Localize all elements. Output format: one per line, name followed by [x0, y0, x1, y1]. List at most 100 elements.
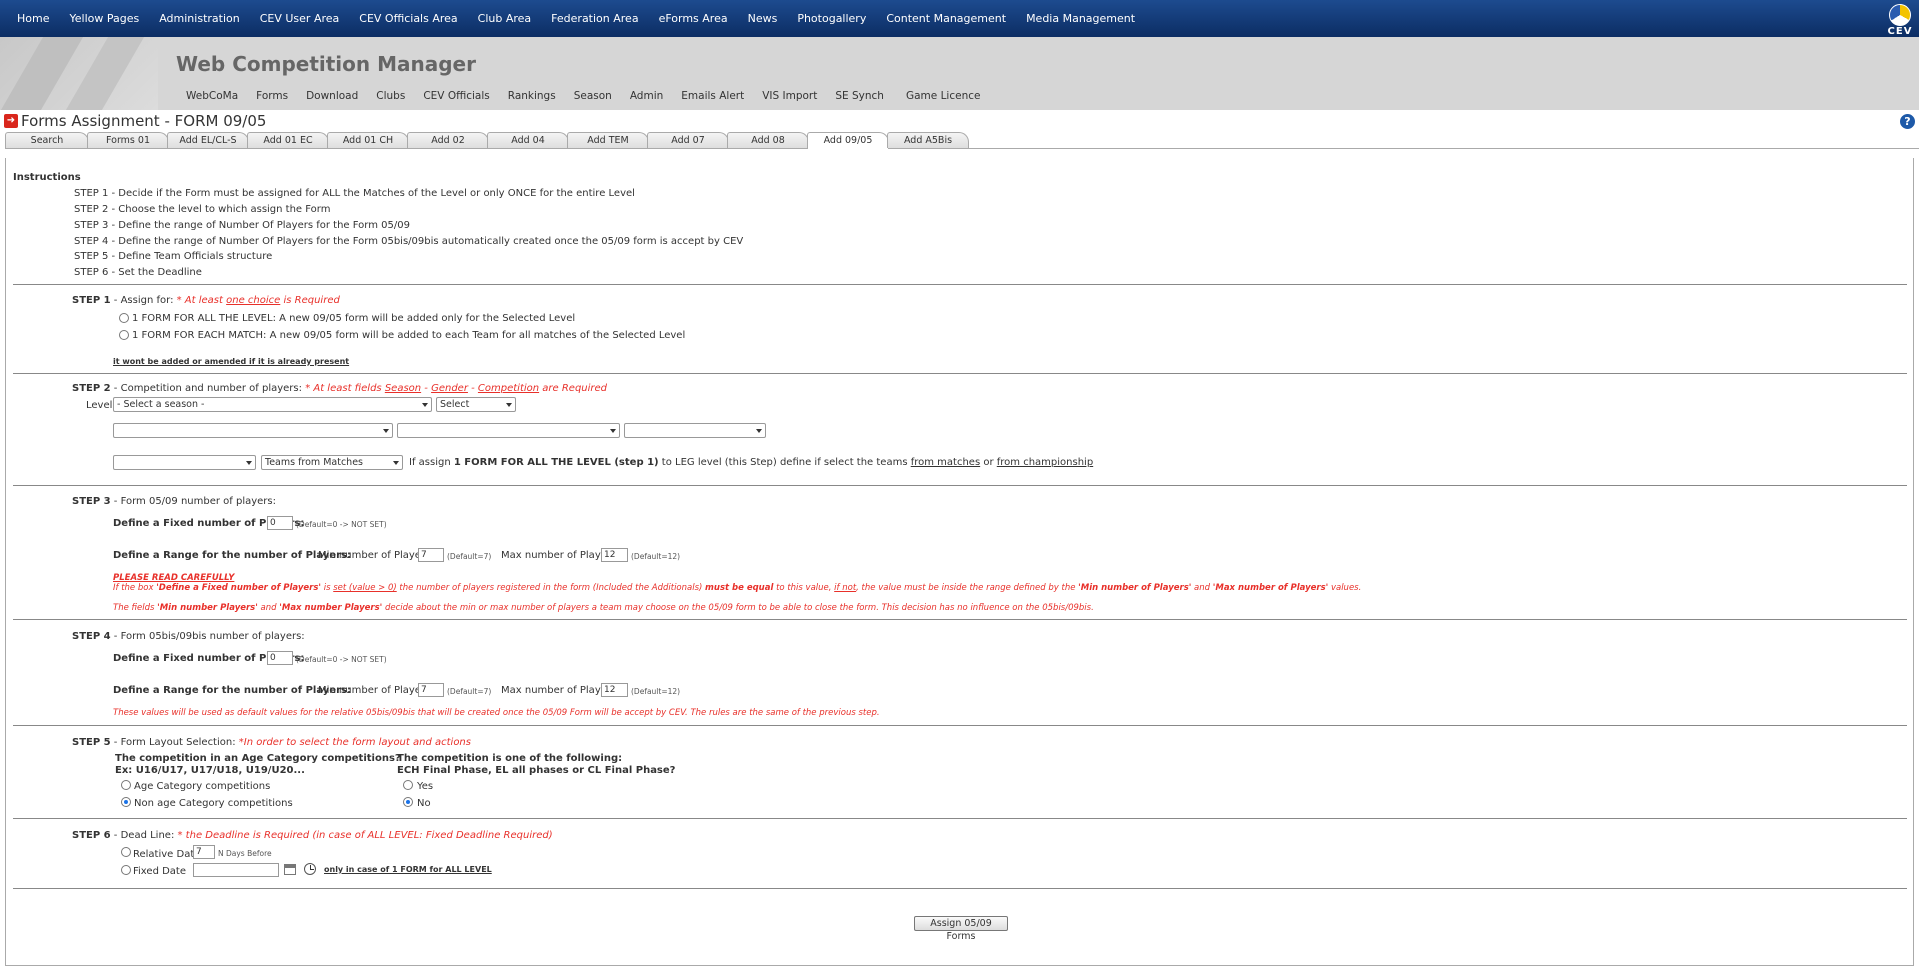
nav-home[interactable]: Home [0, 12, 59, 25]
calendar-icon[interactable] [284, 864, 296, 875]
tab-forms-01[interactable]: Forms 01 [87, 132, 169, 148]
nav-cev-officials-area[interactable]: CEV Officials Area [349, 12, 467, 25]
step3-min-input[interactable]: 7 [418, 548, 444, 562]
step6-text: - Dead Line: [110, 830, 178, 841]
tab-add-09-05[interactable]: Add 09/05 [807, 132, 889, 149]
step5-req: *In order to select the form layout and … [238, 737, 471, 748]
subnav-admin[interactable]: Admin [630, 90, 681, 102]
nav-media-management[interactable]: Media Management [1016, 12, 1145, 25]
tab-add-01-ch[interactable]: Add 01 CH [327, 132, 409, 148]
assign-forms-button[interactable]: Assign 05/09 Forms [914, 916, 1008, 942]
step3-fixed-input[interactable]: 0 [267, 516, 293, 530]
leg-select[interactable] [113, 455, 256, 470]
nav-yellow-pages[interactable]: Yellow Pages [59, 12, 149, 25]
competition-no-radio[interactable] [403, 797, 413, 807]
step2-dash-1: - [421, 383, 432, 394]
instruction-step-5: STEP 5 - Define Team Officials structure [74, 251, 273, 262]
nav-administration[interactable]: Administration [149, 12, 250, 25]
fixed-date-note: only in case of 1 FORM for ALL LEVEL [324, 865, 492, 874]
chevron-down-icon [506, 403, 512, 407]
step2-req-b: are Required [539, 383, 608, 394]
sub-navigation: WebCoMa Forms Download Clubs CEV Officia… [186, 90, 998, 102]
chevron-down-icon [422, 403, 428, 407]
nav-club-area[interactable]: Club Area [468, 12, 542, 25]
step4-fixed-input[interactable]: 0 [267, 651, 293, 665]
subnav-game-licence[interactable]: Game Licence [902, 90, 998, 102]
cev-logo[interactable]: CEV [1885, 0, 1915, 37]
from-matches-link[interactable]: from matches [911, 457, 980, 468]
tab-add-07[interactable]: Add 07 [647, 132, 729, 148]
step2-req-a: * At least fields [305, 383, 385, 394]
step1-heading: STEP 1 - Assign for: * At least one choi… [72, 295, 340, 306]
relative-date-label: Relative Date [133, 849, 201, 860]
tab-add-a5bis[interactable]: Add A5Bis [887, 132, 969, 148]
gender-select[interactable]: Select [436, 397, 516, 412]
nav-photogallery[interactable]: Photogallery [787, 12, 876, 25]
step3-min-label: Min number of Players: [318, 550, 434, 561]
step1-req-a: * At least [176, 295, 227, 306]
subnav-forms[interactable]: Forms [256, 90, 306, 102]
divider [13, 284, 1907, 285]
step3-max-input[interactable]: 12 [601, 548, 628, 562]
subnav-se-synch[interactable]: SE Synch [835, 90, 902, 102]
relative-date-radio[interactable] [121, 847, 131, 857]
tab-add-01-ec[interactable]: Add 01 EC [247, 132, 329, 148]
nav-eforms-area[interactable]: eForms Area [649, 12, 738, 25]
season-select[interactable]: - Select a season - [113, 397, 432, 412]
header-watermark [0, 37, 158, 110]
app-header: Web Competition Manager WebCoMa Forms Do… [0, 37, 1919, 110]
tab-add-el-cl-s[interactable]: Add EL/CL-S [167, 132, 249, 148]
relative-days-input[interactable]: 7 [193, 845, 215, 859]
step1-option-each-match-radio[interactable] [119, 330, 129, 340]
nav-federation-area[interactable]: Federation Area [541, 12, 648, 25]
step3-range-label: Define a Range for the number of Players… [113, 550, 351, 561]
tab-add-tem[interactable]: Add TEM [567, 132, 649, 148]
subnav-webcoma[interactable]: WebCoMa [186, 90, 256, 102]
subnav-cev-officials[interactable]: CEV Officials [423, 90, 507, 102]
clock-icon[interactable] [304, 863, 316, 875]
nav-news[interactable]: News [738, 12, 788, 25]
step4-note: These values will be used as default val… [113, 708, 880, 718]
subnav-season[interactable]: Season [574, 90, 630, 102]
nav-cev-user-area[interactable]: CEV User Area [250, 12, 350, 25]
step4-max-input[interactable]: 12 [601, 683, 628, 697]
round-select[interactable] [624, 423, 766, 438]
step1-option-all-level-radio[interactable] [119, 313, 129, 323]
instruction-step-2: STEP 2 - Choose the level to which assig… [74, 204, 331, 215]
subnav-clubs[interactable]: Clubs [376, 90, 423, 102]
non-age-category-label: Non age Category competitions [134, 798, 293, 809]
tab-search[interactable]: Search [5, 132, 89, 148]
teams-source-select[interactable]: Teams from Matches [261, 455, 403, 470]
step4-max-default: (Default=12) [631, 687, 681, 696]
top-navigation: Home Yellow Pages Administration CEV Use… [0, 0, 1919, 37]
phase-select[interactable] [397, 423, 620, 438]
subnav-emails-alert[interactable]: Emails Alert [681, 90, 762, 102]
age-category-example: Ex: U16/U17, U17/U18, U19/U20... [115, 765, 305, 776]
fixed-date-radio[interactable] [121, 865, 131, 875]
step4-label: STEP 4 [72, 631, 111, 642]
step6-heading: STEP 6 - Dead Line: * the Deadline is Re… [72, 830, 553, 841]
age-category-question: The competition in an Age Category compe… [115, 753, 401, 764]
subnav-download[interactable]: Download [306, 90, 376, 102]
non-age-category-radio[interactable] [121, 797, 131, 807]
nav-content-management[interactable]: Content Management [876, 12, 1016, 25]
step3-label: STEP 3 [72, 496, 111, 507]
tab-add-08[interactable]: Add 08 [727, 132, 809, 148]
step4-min-input[interactable]: 7 [418, 683, 444, 697]
step4-min-default: (Default=7) [447, 687, 492, 696]
competition-select[interactable] [113, 423, 393, 438]
fixed-date-input[interactable] [193, 863, 279, 877]
step2-hint-b: to LEG level (this Step) define if selec… [658, 457, 911, 468]
step3-warning-title: PLEASE READ CAREFULLY [113, 573, 235, 583]
age-category-radio[interactable] [121, 780, 131, 790]
subnav-rankings[interactable]: Rankings [508, 90, 574, 102]
step4-min-label: Min number of Players: [318, 685, 434, 696]
tab-add-02[interactable]: Add 02 [407, 132, 489, 148]
competition-yes-radio[interactable] [403, 780, 413, 790]
competition-no-label: No [417, 798, 431, 809]
step1-label: STEP 1 [72, 295, 111, 306]
tab-add-04[interactable]: Add 04 [487, 132, 569, 148]
from-championship-link[interactable]: from championship [997, 457, 1093, 468]
help-icon[interactable]: ? [1900, 114, 1915, 129]
subnav-vis-import[interactable]: VIS Import [762, 90, 835, 102]
